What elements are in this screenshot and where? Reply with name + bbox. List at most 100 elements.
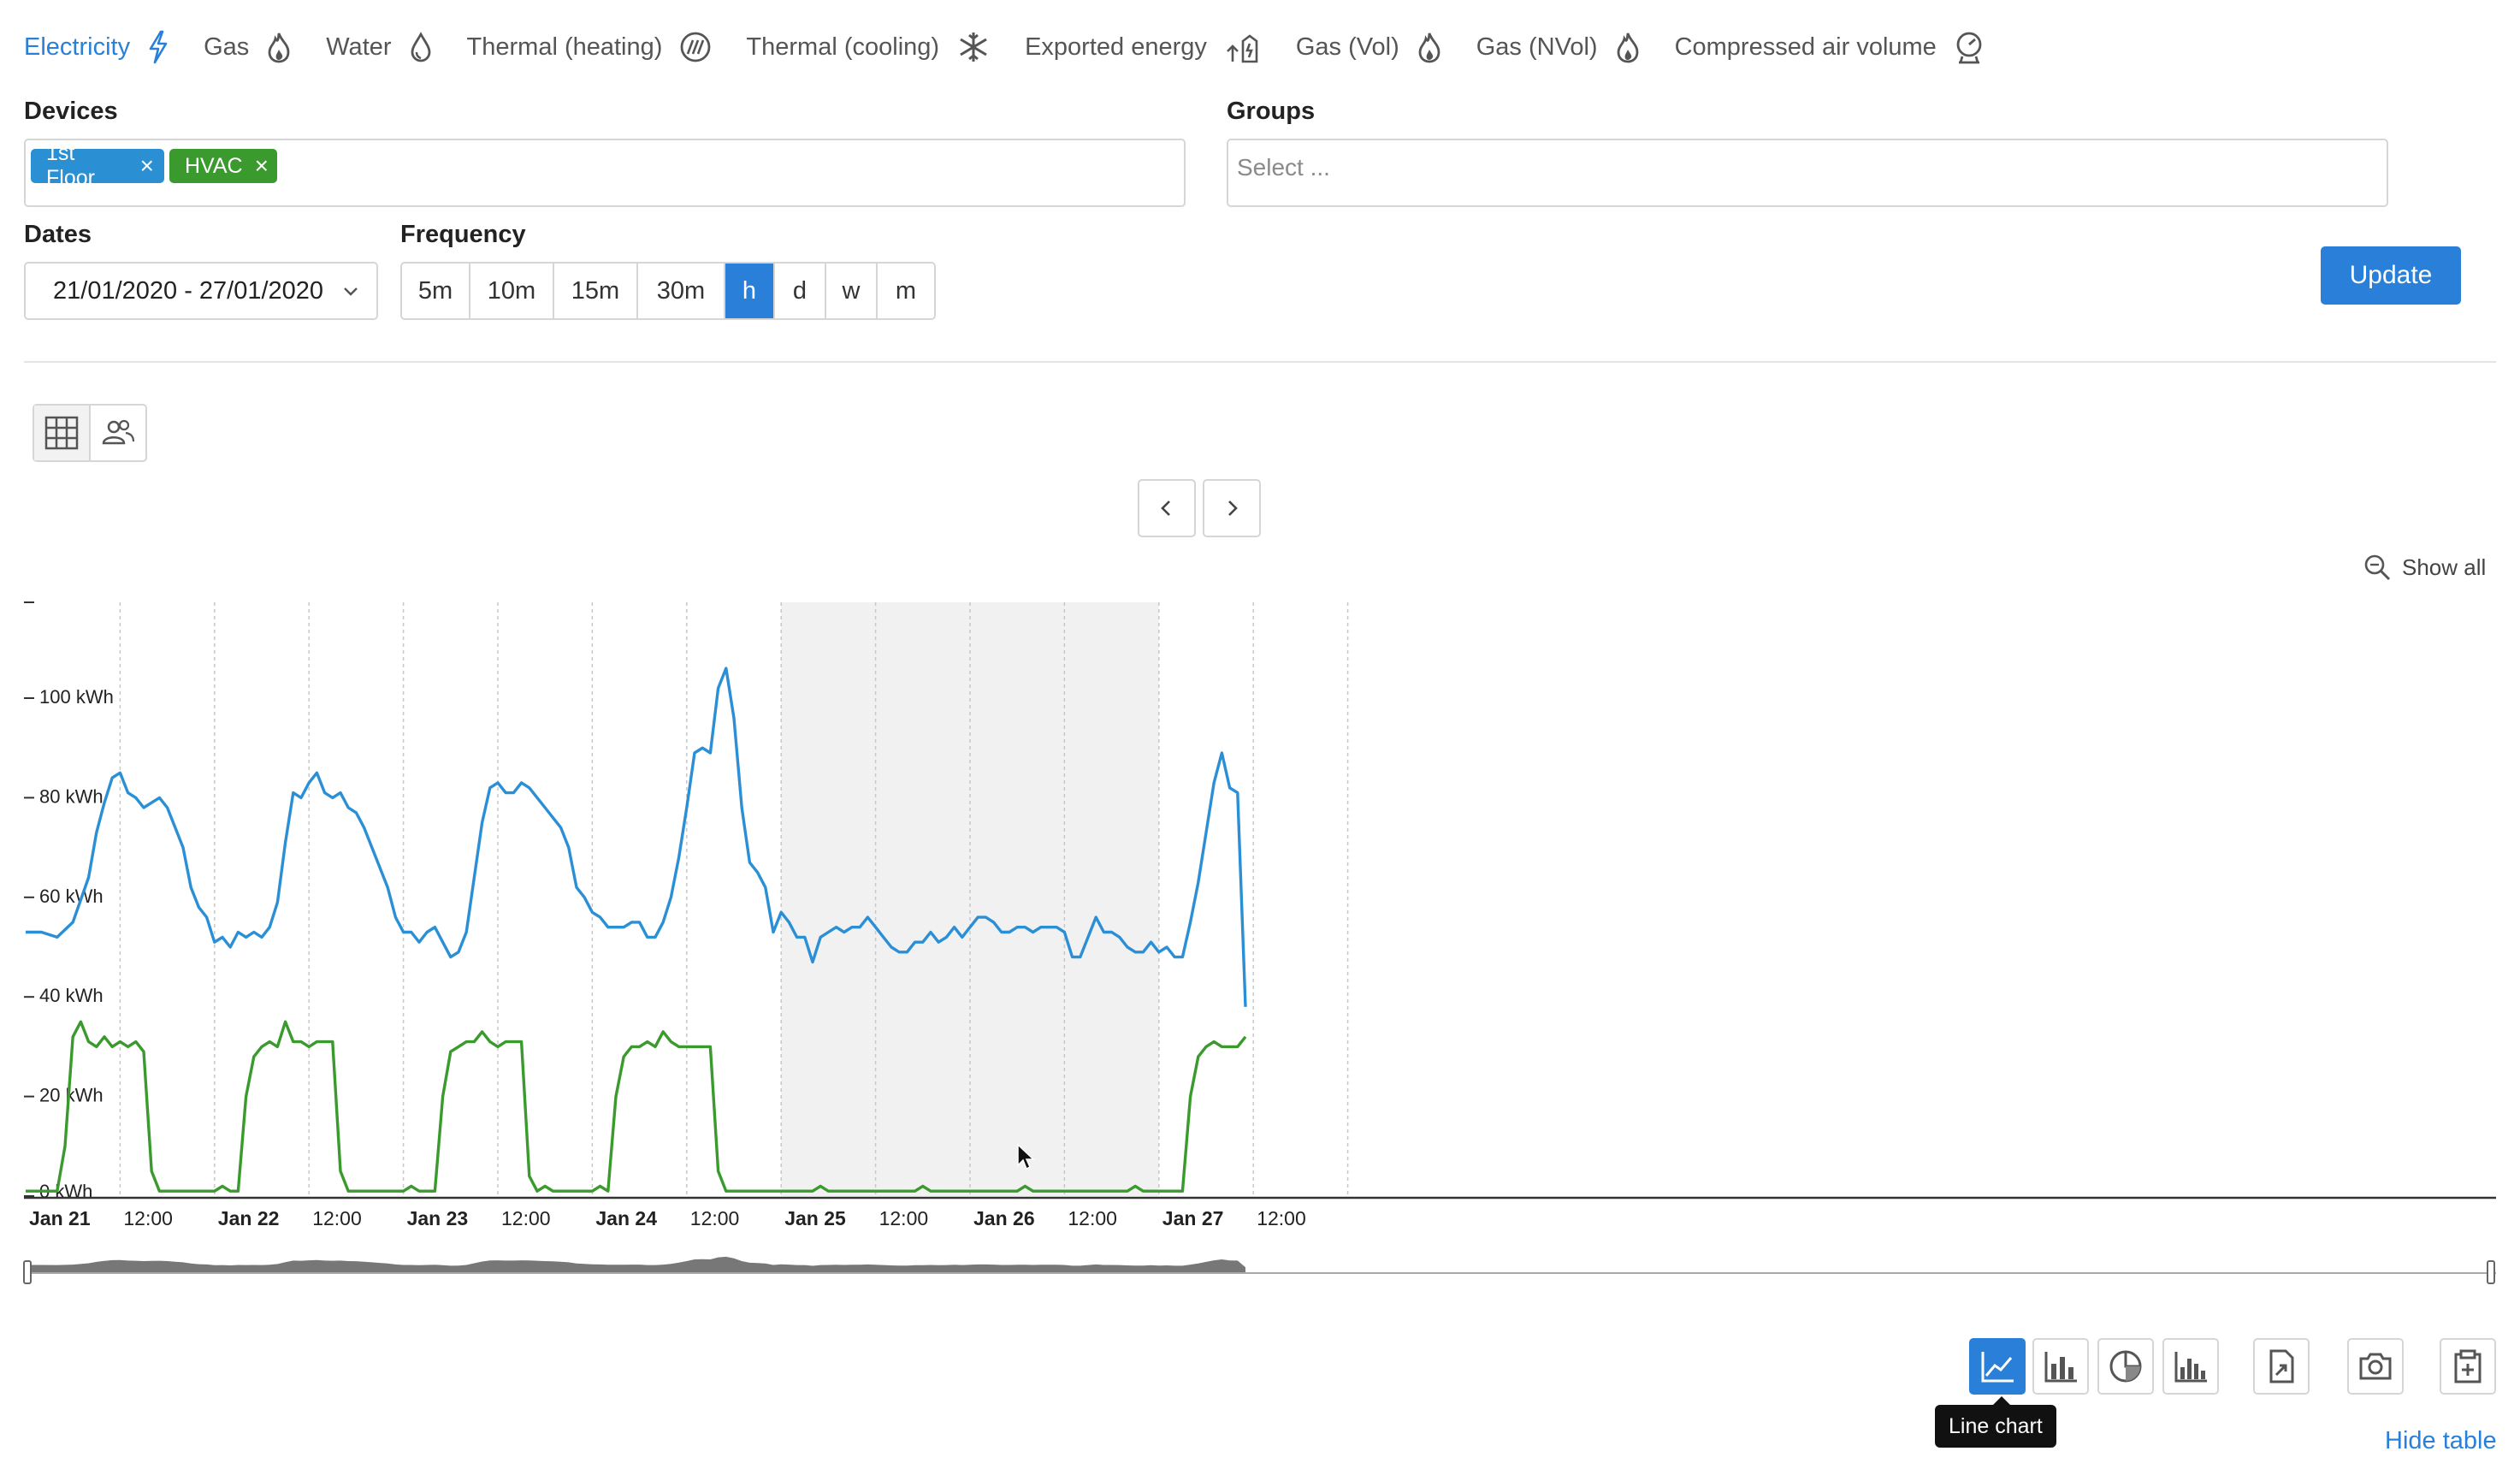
frequency-option-15m[interactable]: 15m — [554, 264, 638, 318]
energy-type-tabs: Electricity Gas Water Thermal (heating) Ther… — [24, 26, 2019, 68]
x-tick-label: Jan 22 — [218, 1207, 280, 1229]
dates-label: Dates — [24, 221, 92, 248]
chevron-right-icon — [1228, 501, 1238, 516]
x-tick-label: 12:00 — [501, 1207, 551, 1229]
tab-label: Compressed air volume — [1674, 33, 1937, 61]
stacked-bar-chart-button[interactable] — [2162, 1338, 2219, 1395]
grid-view-button[interactable] — [34, 406, 91, 460]
show-all-label: Show all — [2402, 554, 2487, 580]
remove-chip-icon[interactable]: × — [255, 152, 269, 180]
chip-label: 1st Floor — [46, 141, 95, 190]
x-tick-label: 12:00 — [312, 1207, 362, 1229]
stacked-bar-chart-icon — [2174, 1352, 2207, 1383]
grid-icon — [44, 416, 79, 450]
users-view-button[interactable] — [91, 406, 145, 460]
export-energy-icon — [1216, 29, 1262, 65]
heating-icon — [671, 31, 712, 63]
y-tick-label: 60 kWh — [39, 886, 104, 907]
clipboard-add-icon — [2454, 1349, 2482, 1383]
chevron-left-icon — [1161, 501, 1170, 516]
device-chip-1st-floor: 1st Floor × — [31, 141, 164, 190]
line-chart-icon — [1981, 1352, 2014, 1383]
copy-to-clipboard-button[interactable] — [2440, 1338, 2496, 1395]
pie-chart-icon — [2109, 1350, 2142, 1383]
navigator-handle-right — [2487, 1260, 2495, 1284]
screenshot-button[interactable] — [2347, 1338, 2404, 1395]
export-file-button[interactable] — [2253, 1338, 2310, 1395]
groups-select[interactable] — [1227, 139, 2388, 207]
previous-period-button[interactable] — [1138, 479, 1196, 537]
view-toggle — [33, 404, 147, 462]
flame-icon — [257, 31, 292, 63]
pie-chart-button[interactable] — [2097, 1338, 2154, 1395]
frequency-option-5m[interactable]: 5m — [402, 264, 470, 318]
x-tick-label: 12:00 — [879, 1207, 929, 1229]
chevron-down-icon — [344, 287, 358, 296]
frequency-option-30m[interactable]: 30m — [638, 264, 725, 318]
x-tick-label: Jan 21 — [29, 1207, 91, 1229]
tab-thermal-cooling[interactable]: Thermal (cooling) — [746, 30, 991, 64]
flame-icon — [1408, 31, 1442, 63]
tab-gas[interactable]: Gas — [204, 31, 292, 63]
device-chip-hvac: HVAC × — [169, 149, 277, 183]
tab-label: Water — [326, 33, 392, 61]
remove-chip-icon[interactable]: × — [140, 152, 154, 180]
y-tick-label: 40 kWh — [39, 985, 104, 1006]
date-range-value: 21/01/2020 - 27/01/2020 — [53, 276, 324, 305]
y-tick-label: 100 kWh — [39, 686, 114, 708]
tab-label: Thermal (cooling) — [746, 33, 940, 61]
frequency-option-10m[interactable]: 10m — [470, 264, 554, 318]
devices-label: Devices — [24, 98, 118, 125]
x-tick-label: Jan 26 — [973, 1207, 1035, 1229]
frequency-option-h[interactable]: h — [725, 264, 775, 318]
y-tick-label: 80 kWh — [39, 785, 104, 807]
users-icon — [102, 419, 135, 445]
chip-label: HVAC — [185, 153, 243, 178]
tab-label: Exported energy — [1025, 33, 1207, 61]
tab-label: Gas (NVol) — [1476, 33, 1598, 61]
line-chart-button[interactable] — [1969, 1338, 2026, 1395]
bar-chart-icon — [2044, 1352, 2077, 1383]
tab-electricity[interactable]: Electricity — [24, 30, 169, 64]
camera-icon — [2359, 1353, 2392, 1380]
hide-table-link[interactable]: Hide table — [2385, 1427, 2497, 1455]
zoom-out-icon — [2364, 554, 2391, 581]
file-export-icon — [2269, 1349, 2294, 1383]
x-tick-label: 12:00 — [1068, 1207, 1117, 1229]
show-all-button[interactable]: Show all — [2363, 553, 2486, 582]
mouse-cursor-icon — [1017, 1143, 1035, 1170]
bar-chart-button[interactable] — [2032, 1338, 2089, 1395]
tab-label: Gas — [204, 33, 250, 61]
x-tick-label: 12:00 — [1257, 1207, 1306, 1229]
tab-water[interactable]: Water — [326, 32, 432, 62]
navigator-area — [26, 1256, 1245, 1273]
flame-icon — [1606, 31, 1641, 63]
gauge-icon — [1945, 30, 1985, 64]
chart-type-tooltip: Line chart — [1935, 1396, 2056, 1448]
update-button[interactable]: Update — [2321, 246, 2461, 305]
next-period-button[interactable] — [1203, 479, 1261, 537]
snowflake-icon — [948, 30, 991, 64]
frequency-option-d[interactable]: d — [775, 264, 826, 318]
groups-label: Groups — [1227, 98, 1316, 125]
divider — [24, 361, 2496, 363]
frequency-option-w[interactable]: w — [826, 264, 878, 318]
x-tick-label: Jan 24 — [595, 1207, 657, 1229]
date-range-picker[interactable]: 21/01/2020 - 27/01/2020 — [24, 262, 378, 320]
x-tick-label: Jan 27 — [1162, 1207, 1224, 1229]
navigator-handle-left — [23, 1260, 32, 1284]
drop-icon — [400, 32, 433, 62]
groups-placeholder: Select ... — [1237, 154, 1330, 181]
tab-label: Thermal (heating) — [466, 33, 663, 61]
tab-gas-vol[interactable]: Gas (Vol) — [1296, 31, 1442, 63]
tab-gas-nvol[interactable]: Gas (NVol) — [1476, 31, 1641, 63]
tab-exported-energy[interactable]: Exported energy — [1025, 29, 1262, 65]
tab-compressed-air-volume[interactable]: Compressed air volume — [1675, 30, 1985, 64]
frequency-label: Frequency — [400, 221, 526, 248]
y-tick-label: 20 kWh — [39, 1085, 104, 1106]
x-tick-label: Jan 23 — [407, 1207, 469, 1229]
frequency-option-m[interactable]: m — [878, 264, 934, 318]
x-tick-label: 12:00 — [690, 1207, 740, 1229]
tab-thermal-heating[interactable]: Thermal (heating) — [467, 31, 713, 63]
energy-line-chart[interactable]: 0 kWh20 kWh40 kWh60 kWh80 kWh100 kWhJan … — [0, 582, 2520, 1309]
